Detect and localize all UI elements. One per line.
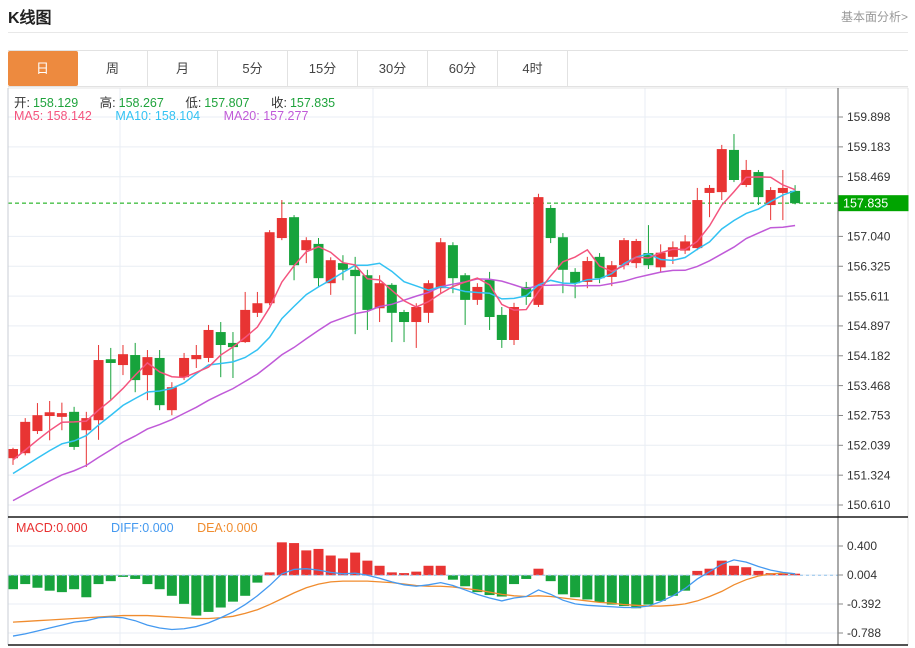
svg-text:156.325: 156.325 (847, 259, 891, 273)
low-label: 低: (185, 96, 202, 110)
period-tabs: 日 周 月 5分 15分 30分 60分 4时 (8, 50, 908, 87)
svg-text:153.468: 153.468 (847, 379, 891, 393)
svg-text:157.040: 157.040 (847, 230, 891, 244)
svg-text:0.004: 0.004 (847, 568, 877, 582)
ma5-legend: MA5: 158.142 (14, 109, 92, 123)
ma10-legend: MA10: 158.104 (115, 109, 201, 123)
open-label: 开: (14, 96, 30, 110)
tab-month[interactable]: 月 (148, 51, 218, 86)
tab-week[interactable]: 周 (78, 51, 148, 86)
tab-5min[interactable]: 5分 (218, 51, 288, 86)
tab-day[interactable]: 日 (8, 51, 78, 86)
diff-line (12, 559, 796, 637)
close-label: 收: (270, 96, 287, 110)
ma-legend: MA5: 158.142 MA10: 158.104 MA20: 157.277 (14, 109, 328, 123)
macd-axis: 0.400 0.004 -0.392 -0.788 (838, 539, 881, 640)
svg-text:159.183: 159.183 (847, 140, 891, 154)
dea-value: DEA:0.000 (197, 521, 258, 535)
macd-legend: MACD:0.000 DIFF:0.000 DEA:0.000 (16, 521, 278, 535)
close-value: 157.835 (289, 96, 336, 110)
svg-text:150.610: 150.610 (847, 498, 891, 512)
low-value: 157.807 (204, 96, 250, 110)
svg-text:152.039: 152.039 (847, 438, 891, 452)
svg-text:159.898: 159.898 (847, 110, 891, 124)
current-price-badge: 157.835 (838, 195, 909, 212)
svg-text:152.753: 152.753 (847, 409, 891, 423)
svg-text:155.611: 155.611 (847, 289, 890, 303)
fundamental-analysis-link[interactable]: 基本面分析> (841, 8, 908, 25)
high-label: 高: (99, 96, 116, 110)
price-axis: 159.898 159.183 158.469 157.040 156.325 155.6… (838, 110, 891, 512)
ma20-legend: MA20: 157.277 (223, 109, 309, 123)
high-value: 158.267 (118, 96, 164, 110)
svg-text:0.400: 0.400 (847, 539, 877, 553)
tab-60min[interactable]: 60分 (428, 51, 498, 86)
open-value: 158.129 (32, 96, 79, 110)
page-title: K线图 (8, 10, 52, 27)
svg-text:151.324: 151.324 (847, 468, 891, 482)
svg-text:-0.788: -0.788 (847, 626, 881, 640)
header: K线图 基本面分析> (8, 0, 908, 33)
svg-text:154.897: 154.897 (847, 319, 891, 333)
svg-text:158.469: 158.469 (847, 170, 891, 184)
svg-text:154.182: 154.182 (847, 349, 891, 363)
tab-15min[interactable]: 15分 (288, 51, 358, 86)
tab-30min[interactable]: 30分 (358, 51, 428, 86)
svg-text:-0.392: -0.392 (847, 597, 881, 611)
svg-text:157.835: 157.835 (843, 196, 888, 210)
diff-value: DIFF:0.000 (111, 521, 174, 535)
macd-value: MACD:0.000 (16, 521, 88, 535)
tab-4hour[interactable]: 4时 (498, 51, 568, 86)
